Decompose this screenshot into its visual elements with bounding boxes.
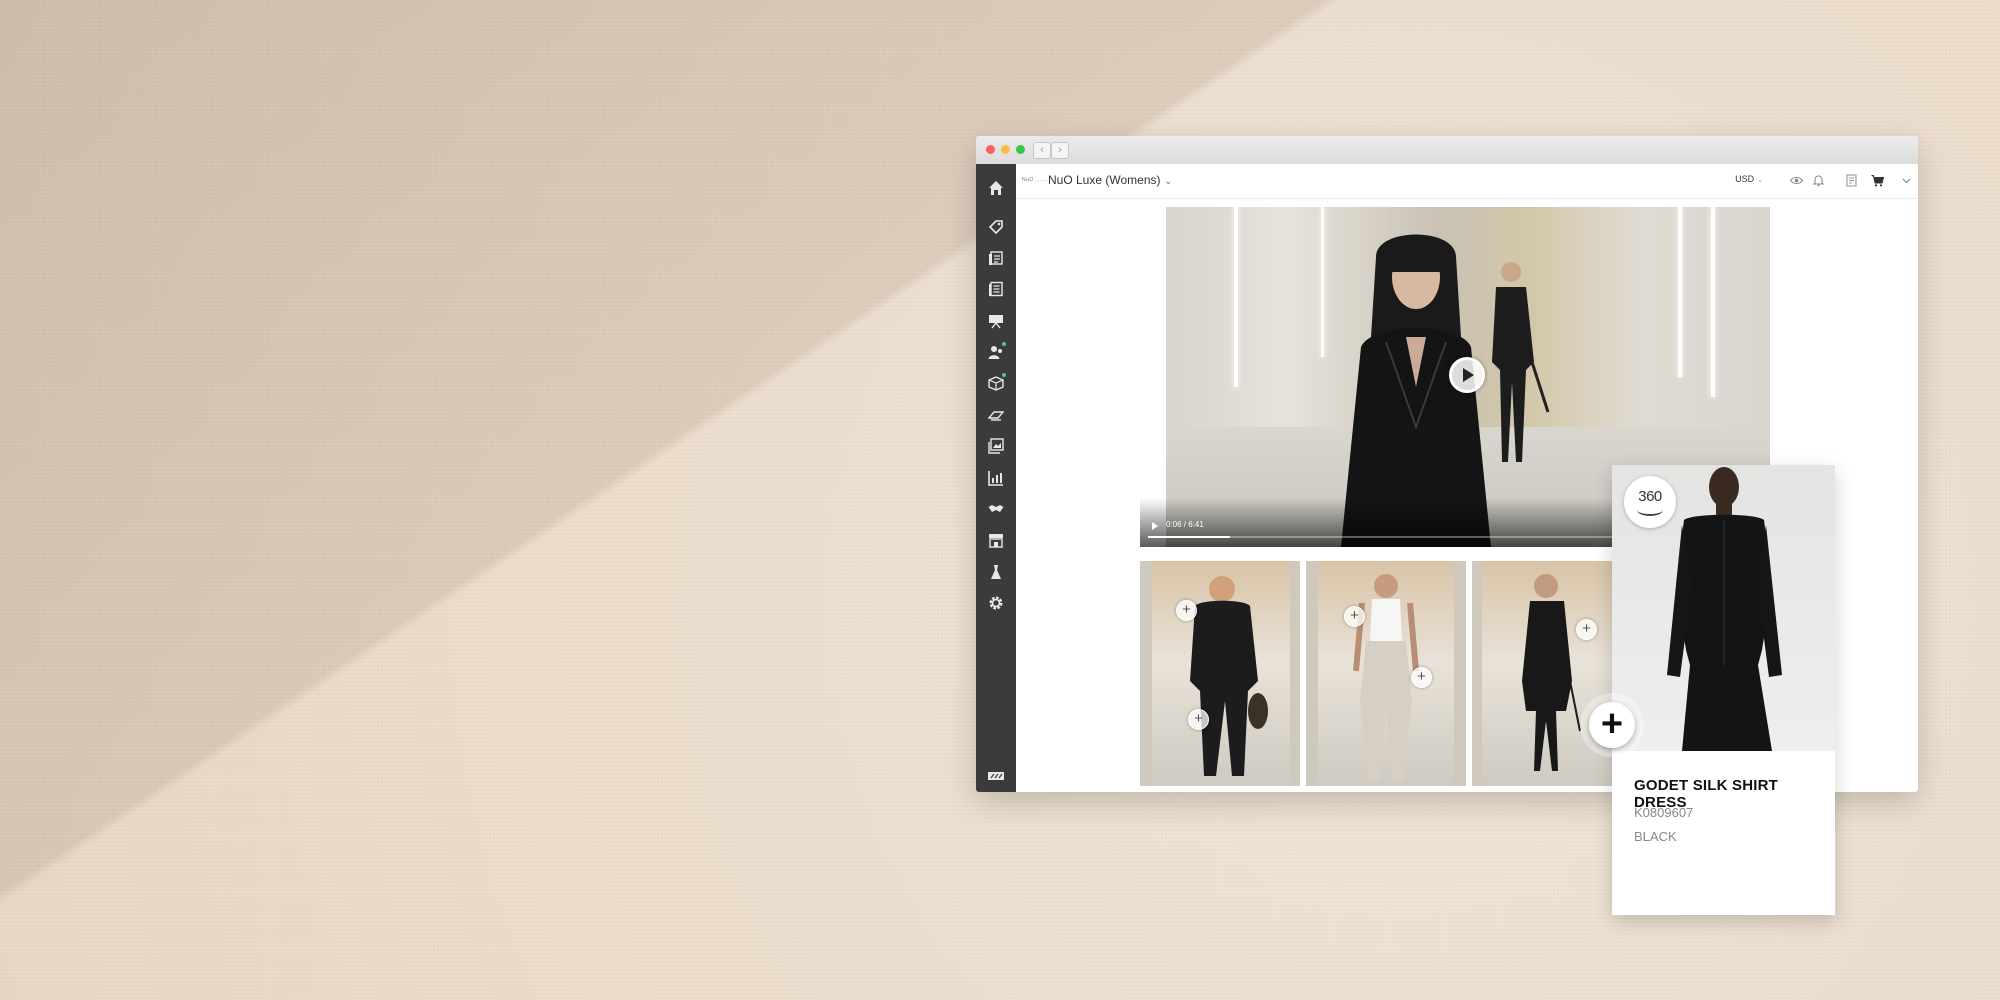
handshake-icon[interactable]	[988, 501, 1004, 517]
chevron-down-icon: ⌄	[1164, 176, 1173, 186]
ceiling-light	[1678, 207, 1682, 377]
product-sku: K0809607	[1634, 805, 1694, 820]
dress-icon[interactable]	[988, 564, 1004, 580]
video-progress-bar[interactable]	[1148, 536, 1662, 538]
product-card[interactable]: 360 GODET SILK SHIRT DRESS K0809607 BLAC…	[1612, 465, 1835, 915]
analytics-icon[interactable]	[988, 470, 1004, 486]
plus-icon: +	[1589, 702, 1635, 748]
brand-logo: NuO ........	[1022, 177, 1051, 183]
presentation-icon[interactable]	[988, 313, 1004, 329]
rotate-arrow-icon	[1637, 504, 1663, 516]
look-image	[1140, 561, 1300, 786]
linesheet-icon[interactable]	[988, 250, 1004, 266]
cart-icon[interactable]	[1871, 174, 1884, 187]
minimize-window-button[interactable]	[1001, 145, 1010, 154]
add-item-button[interactable]: +	[1344, 606, 1365, 627]
play-video-button[interactable]	[1449, 357, 1485, 393]
forward-button[interactable]: ›	[1051, 142, 1069, 159]
product-photo: 360	[1612, 465, 1835, 751]
look-image	[1306, 561, 1466, 786]
360-label: 360	[1638, 488, 1662, 505]
tag-icon[interactable]	[988, 219, 1004, 235]
store-name: NuO Luxe (Womens)	[1048, 173, 1161, 187]
gallery-icon[interactable]	[988, 438, 1004, 454]
eye-icon[interactable]	[1790, 174, 1803, 187]
currency-selector[interactable]: USD ⌄	[1735, 174, 1763, 184]
storefront-icon[interactable]	[988, 532, 1004, 548]
top-navigation-bar: NuO ........ NuO Luxe (Womens) ⌄ USD ⌄	[1016, 164, 1918, 199]
close-window-button[interactable]	[986, 145, 995, 154]
video-controls: 0:06 / 6:41	[1140, 498, 1670, 547]
add-to-order-button[interactable]: +	[1580, 693, 1644, 757]
home-icon[interactable]	[988, 180, 1004, 196]
ceiling-light	[1234, 207, 1238, 387]
look-thumbnail[interactable]: + +	[1306, 561, 1466, 786]
window-titlebar: ‹ ›	[976, 136, 1918, 165]
add-item-button[interactable]: +	[1576, 619, 1597, 640]
look-thumbnail[interactable]: + +	[1140, 561, 1300, 786]
contacts-icon[interactable]	[988, 342, 1006, 360]
orders-list-icon[interactable]	[1845, 174, 1858, 187]
chevron-down-icon[interactable]	[1900, 174, 1913, 187]
add-item-button[interactable]: +	[1411, 667, 1432, 688]
rotate-360-button[interactable]: 360	[1624, 476, 1676, 528]
ceiling-light	[1321, 207, 1324, 357]
video-progress-fill	[1148, 536, 1231, 538]
store-selector[interactable]: NuO Luxe (Womens) ⌄	[1048, 173, 1172, 187]
play-icon[interactable]	[1152, 522, 1158, 530]
bell-icon[interactable]	[1812, 174, 1825, 187]
sidebar	[976, 164, 1016, 792]
video-timestamp: 0:06 / 6:41	[1166, 520, 1204, 529]
currency-label: USD	[1735, 174, 1755, 184]
add-item-button[interactable]: +	[1176, 600, 1197, 621]
ceiling-light	[1711, 207, 1715, 397]
maximize-window-button[interactable]	[1016, 145, 1025, 154]
product-color: BLACK	[1634, 829, 1677, 844]
orders-icon[interactable]	[988, 373, 1006, 391]
notification-dot	[1002, 373, 1006, 377]
settings-icon[interactable]	[988, 595, 1004, 611]
notification-dot	[1002, 342, 1006, 346]
chevron-down-icon: ⌄	[1757, 177, 1763, 184]
brand-logo-icon	[988, 768, 1004, 784]
add-item-button[interactable]: +	[1188, 709, 1209, 730]
catalog-icon[interactable]	[988, 281, 1004, 297]
shipping-icon[interactable]	[988, 407, 1004, 423]
back-button[interactable]: ‹	[1033, 142, 1051, 159]
